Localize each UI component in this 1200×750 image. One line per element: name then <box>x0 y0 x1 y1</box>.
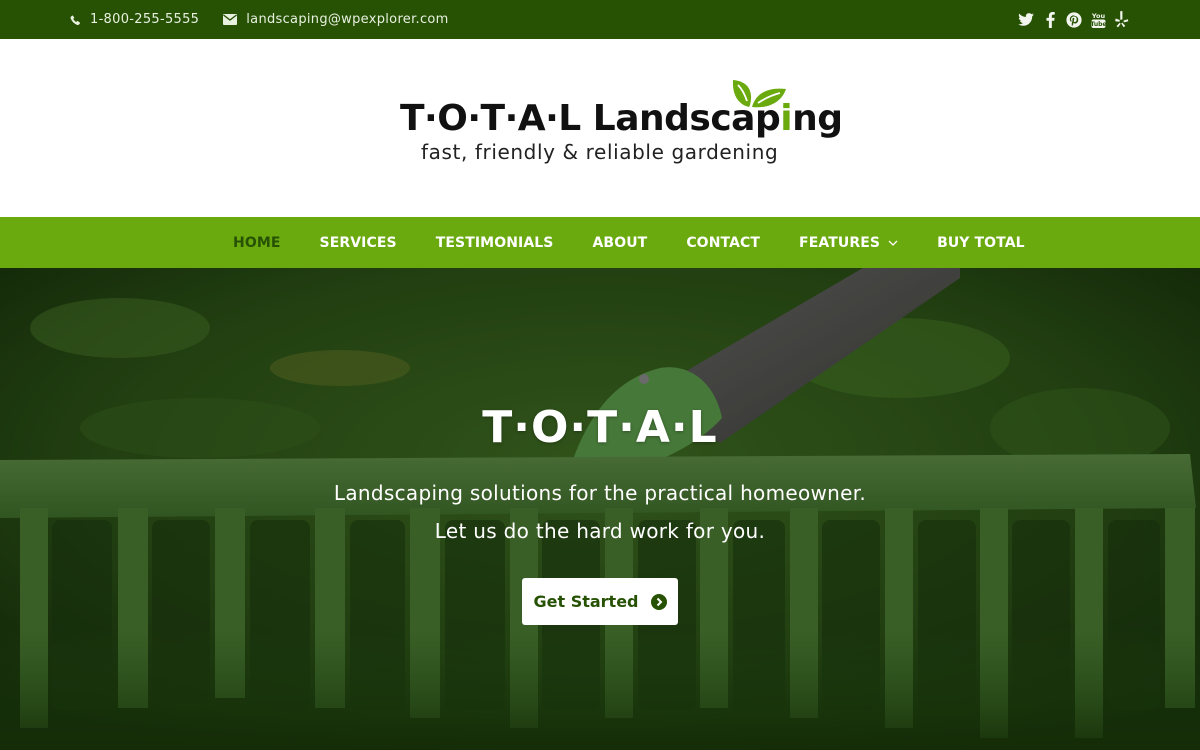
social-links: You Tube <box>1018 0 1130 39</box>
hero-section: T·O·T·A·L Landscaping solutions for the … <box>0 268 1200 750</box>
nav-label: BUY TOTAL <box>937 234 1025 251</box>
nav-label: CONTACT <box>686 234 761 251</box>
chevron-down-icon <box>888 240 898 246</box>
email-contact[interactable]: landscaping@wpexplorer.com <box>223 12 448 27</box>
phone-contact[interactable]: 1-800-255-5555 <box>70 12 199 27</box>
logo-title-end: ng <box>792 98 843 139</box>
pinterest-link[interactable] <box>1066 11 1082 29</box>
youtube-link[interactable]: You Tube <box>1090 11 1106 29</box>
twitter-icon <box>1018 13 1034 26</box>
pinterest-icon <box>1066 11 1082 28</box>
nav-item-testimonials[interactable]: TESTIMONIALS <box>436 235 554 251</box>
nav-item-services[interactable]: SERVICES <box>320 235 397 251</box>
nav-label: TESTIMONIALS <box>435 234 554 251</box>
envelope-icon <box>223 14 238 25</box>
get-started-button[interactable]: Get Started <box>522 578 678 625</box>
nav-item-contact[interactable]: CONTACT <box>686 235 760 251</box>
logo-title: T·O·T·A·L Landscaping <box>400 97 843 141</box>
nav-item-features[interactable]: FEATURES <box>799 235 898 251</box>
nav-label: HOME <box>233 234 281 251</box>
yelp-icon <box>1115 11 1129 28</box>
facebook-link[interactable] <box>1042 11 1058 29</box>
hero-subtitle-line1: Landscaping solutions for the practical … <box>333 481 867 505</box>
top-bar: 1-800-255-5555 landscaping@wpexplorer.co… <box>0 0 1200 39</box>
site-header: T·O·T·A·L Landscaping fast, friendly & r… <box>0 39 1200 217</box>
hero-content: T·O·T·A·L Landscaping solutions for the … <box>0 268 1200 750</box>
logo-tagline: fast, friendly & reliable gardening <box>421 140 779 164</box>
nav-item-about[interactable]: ABOUT <box>592 235 647 251</box>
twitter-link[interactable] <box>1018 11 1034 29</box>
hero-subtitle-line2: Let us do the hard work for you. <box>434 519 766 543</box>
chevron-circle-right-icon <box>650 593 667 610</box>
nav-label: FEATURES <box>799 234 881 251</box>
svg-text:You: You <box>1091 12 1105 20</box>
yelp-link[interactable] <box>1114 11 1130 29</box>
logo-title-main: T·O·T·A·L Landscap <box>400 98 781 139</box>
nav-label: ABOUT <box>592 234 648 251</box>
get-started-label: Get Started <box>533 592 639 611</box>
site-logo[interactable]: T·O·T·A·L Landscaping fast, friendly & r… <box>400 80 843 167</box>
youtube-icon: YouTube <box>1091 12 1106 28</box>
facebook-icon <box>1046 11 1055 28</box>
svg-text:Tube: Tube <box>1091 21 1106 28</box>
nav-label: SERVICES <box>319 234 397 251</box>
email-address[interactable]: landscaping@wpexplorer.com <box>246 12 448 27</box>
phone-number[interactable]: 1-800-255-5555 <box>90 12 199 27</box>
nav-item-home[interactable]: HOME <box>233 235 281 251</box>
logo-title-accent: i <box>780 98 793 139</box>
hero-title: T·O·T·A·L <box>482 402 718 453</box>
contact-info: 1-800-255-5555 landscaping@wpexplorer.co… <box>70 0 449 39</box>
main-navigation: HOME SERVICES TESTIMONIALS ABOUT CONTACT… <box>0 217 1200 268</box>
nav-item-buy-total[interactable]: BUY TOTAL <box>937 235 1025 251</box>
phone-icon <box>70 14 81 25</box>
